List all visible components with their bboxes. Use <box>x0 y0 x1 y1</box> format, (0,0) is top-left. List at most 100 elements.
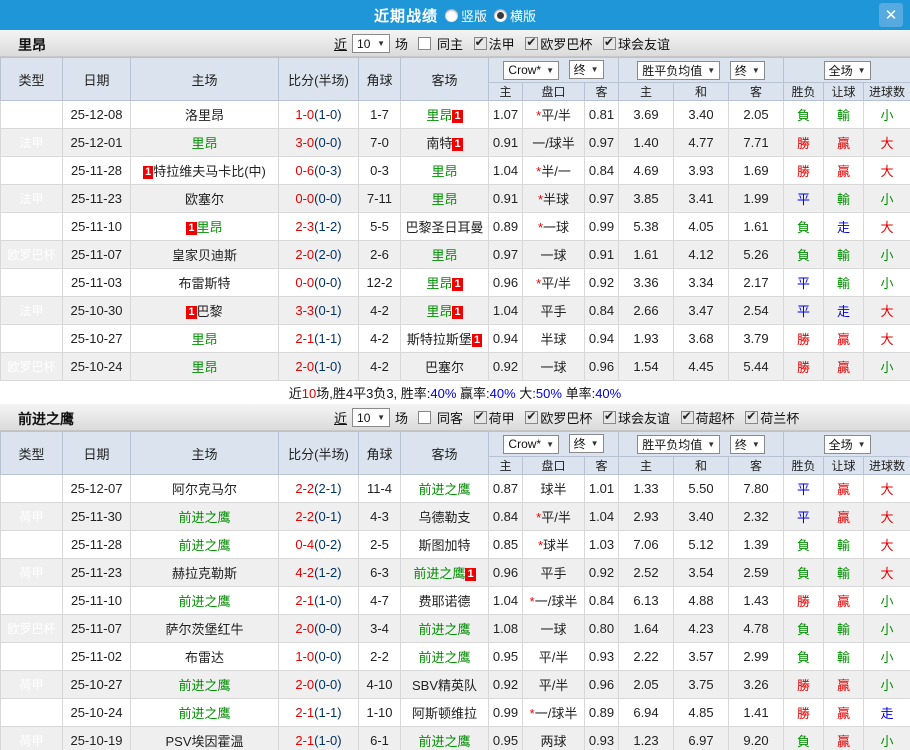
home-team-cell[interactable]: 皇家贝迪斯 <box>130 240 279 269</box>
checkbox-icon[interactable] <box>473 409 487 424</box>
filter-checkbox[interactable]: 荷超杯 <box>674 408 735 427</box>
filter-checkbox[interactable]: 同主 <box>408 34 463 53</box>
away-team-cell[interactable]: 阿斯顿维拉 <box>400 698 489 727</box>
match-count-select[interactable]: 10 ▼ <box>352 408 391 427</box>
match-row[interactable]: 欧罗巴杯 25-10-24 前进之鹰 2-1(1-1) 1-10 阿斯顿维拉 0… <box>0 698 910 727</box>
team-section: 前进之鹰 近 10 ▼ 场 同客 荷甲 欧罗巴杯 球会友谊 荷超杯 荷兰杯 类型 <box>0 404 910 750</box>
checkbox-icon[interactable] <box>525 409 539 424</box>
filter-checkbox[interactable]: 球会友谊 <box>596 34 670 53</box>
odds-stage-select[interactable]: 终 ▼ <box>568 434 604 454</box>
radio-icon[interactable] <box>494 8 507 22</box>
checkbox-icon[interactable] <box>418 37 432 50</box>
home-team-cell[interactable]: 洛里昂 <box>130 100 279 129</box>
match-row[interactable]: 法甲 25-11-10 1 里昂 2-3(1-2) 5-5 巴黎圣日耳曼 0.89… <box>0 212 910 241</box>
home-team-cell[interactable]: 赫拉克勒斯 <box>130 558 279 587</box>
away-team-cell[interactable]: 里昂 <box>400 184 489 213</box>
home-team-cell[interactable]: 阿尔克马尔 <box>130 474 279 503</box>
filter-checkbox[interactable]: 欧罗巴杯 <box>518 408 592 427</box>
checkbox-icon[interactable] <box>418 411 432 424</box>
match-row[interactable]: 法甲 25-12-01 里昂 3-0(0-0) 7-0 南特 1 0.91 一/球… <box>0 128 910 157</box>
bookmaker-select[interactable]: Crow* ▼ <box>503 434 560 454</box>
layout-radio-horizontal[interactable]: 横版 <box>494 6 536 25</box>
home-team-cell[interactable]: 前进之鹰 <box>130 670 279 699</box>
filter-checkbox[interactable]: 球会友谊 <box>596 408 670 427</box>
home-team-cell[interactable]: 布雷斯特 <box>130 268 279 297</box>
match-row[interactable]: 荷甲 25-12-07 阿尔克马尔 2-2(2-1) 11-4 前进之鹰 0.8… <box>0 474 910 503</box>
away-team-cell[interactable]: 前进之鹰 <box>400 474 489 503</box>
filter-checkbox[interactable]: 同客 <box>408 408 463 427</box>
away-team-cell[interactable]: 前进之鹰 <box>400 726 489 750</box>
away-team-cell[interactable]: 乌德勒支 <box>400 502 489 531</box>
near-label[interactable]: 近 <box>334 408 347 427</box>
scope-select[interactable]: 全场 ▼ <box>823 434 871 454</box>
filter-checkbox[interactable]: 荷兰杯 <box>738 408 799 427</box>
match-row[interactable]: 欧罗巴杯 25-11-07 皇家贝迪斯 2-0(2-0) 2-6 里昂 0.97… <box>0 240 910 269</box>
near-label[interactable]: 近 <box>334 34 347 53</box>
filter-checkbox[interactable]: 法甲 <box>467 34 515 53</box>
away-team-cell[interactable]: 里昂 1 <box>400 296 489 325</box>
away-team-cell[interactable]: 里昂 1 <box>400 268 489 297</box>
away-team-cell[interactable]: 南特 1 <box>400 128 489 157</box>
scope-select[interactable]: 全场 ▼ <box>823 60 871 80</box>
away-team-cell[interactable]: SBV精英队 <box>400 670 489 699</box>
avg-type-select[interactable]: 胜平负均值 ▼ <box>637 60 721 80</box>
odds-stage-select[interactable]: 终 ▼ <box>568 60 604 80</box>
close-icon[interactable]: ✕ <box>879 3 903 27</box>
home-team-cell[interactable]: 1 里昂 <box>130 212 279 241</box>
layout-radio-vertical[interactable]: 竖版 <box>444 6 487 25</box>
away-team-cell[interactable]: 里昂 <box>400 240 489 269</box>
home-team-cell[interactable]: 前进之鹰 <box>130 530 279 559</box>
bookmaker-select[interactable]: Crow* ▼ <box>503 60 560 80</box>
match-row[interactable]: 荷甲 25-10-19 PSV埃因霍温 2-1(1-0) 6-1 前进之鹰 0.… <box>0 726 910 750</box>
home-team-cell[interactable]: 里昂 <box>130 324 279 353</box>
away-team-cell[interactable]: 里昂 1 <box>400 100 489 129</box>
away-team-cell[interactable]: 费耶诺德 <box>400 586 489 615</box>
away-team-cell[interactable]: 前进之鹰 <box>400 614 489 643</box>
away-team-cell[interactable]: 巴黎圣日耳曼 <box>400 212 489 241</box>
avg-type-select[interactable]: 胜平负均值 ▼ <box>637 434 721 454</box>
home-team-cell[interactable]: 里昂 <box>130 128 279 157</box>
radio-icon[interactable] <box>444 8 458 22</box>
match-row[interactable]: 法甲 25-11-23 欧塞尔 0-0(0-0) 7-11 里昂 0.91 *半… <box>0 184 910 213</box>
away-team-cell[interactable]: 巴塞尔 <box>400 352 489 381</box>
match-row[interactable]: 荷甲 25-11-02 布雷达 1-0(0-0) 2-2 前进之鹰 0.95 平… <box>0 642 910 671</box>
match-row[interactable]: 法甲 25-10-27 里昂 2-1(1-1) 4-2 斯特拉斯堡 1 0.94 … <box>0 324 910 353</box>
match-row[interactable]: 荷甲 25-11-23 赫拉克勒斯 4-2(1-2) 6-3 前进之鹰 1 0.9… <box>0 558 910 587</box>
home-team-cell[interactable]: 前进之鹰 <box>130 698 279 727</box>
checkbox-icon[interactable] <box>602 409 616 424</box>
match-row[interactable]: 欧罗巴杯 25-10-24 里昂 2-0(1-0) 4-2 巴塞尔 0.92 一… <box>0 352 910 381</box>
home-team-cell[interactable]: PSV埃因霍温 <box>130 726 279 750</box>
match-row[interactable]: 法甲 25-11-03 布雷斯特 0-0(0-0) 12-2 里昂 1 0.96 … <box>0 268 910 297</box>
away-team-cell[interactable]: 里昂 <box>400 156 489 185</box>
avg-stage-select[interactable]: 终 ▼ <box>729 434 765 454</box>
away-team-cell[interactable]: 前进之鹰 1 <box>400 558 489 587</box>
home-team-cell[interactable]: 前进之鹰 <box>130 586 279 615</box>
checkbox-icon[interactable] <box>525 35 539 50</box>
home-team-cell[interactable]: 1 巴黎 <box>130 296 279 325</box>
match-row[interactable]: 荷甲 25-11-30 前进之鹰 2-2(0-1) 4-3 乌德勒支 0.84 … <box>0 502 910 531</box>
match-row[interactable]: 欧罗巴杯 25-11-07 萨尔茨堡红牛 2-0(0-0) 3-4 前进之鹰 1… <box>0 614 910 643</box>
filter-checkbox[interactable]: 荷甲 <box>467 408 515 427</box>
home-team-cell[interactable]: 1 特拉维夫马卡比(中) <box>130 156 279 185</box>
match-row[interactable]: 欧罗巴杯 25-11-28 前进之鹰 0-4(0-2) 2-5 斯图加特 0.8… <box>0 530 910 559</box>
match-row[interactable]: 欧罗巴杯 25-11-28 1 特拉维夫马卡比(中) 0-6(0-3) 0-3 里… <box>0 156 910 185</box>
match-row[interactable]: 法甲 25-10-30 1 巴黎 3-3(0-1) 4-2 里昂 1 1.04 平手… <box>0 296 910 325</box>
match-row[interactable]: 荷甲 25-11-10 前进之鹰 2-1(1-0) 4-7 费耶诺德 1.04 … <box>0 586 910 615</box>
away-team-cell[interactable]: 前进之鹰 <box>400 642 489 671</box>
checkbox-icon[interactable] <box>602 35 616 50</box>
checkbox-icon[interactable] <box>680 409 694 424</box>
match-count-select[interactable]: 10 ▼ <box>352 34 391 53</box>
home-team-cell[interactable]: 里昂 <box>130 352 279 381</box>
home-team-cell[interactable]: 欧塞尔 <box>130 184 279 213</box>
checkbox-icon[interactable] <box>473 35 487 50</box>
filter-checkbox[interactable]: 欧罗巴杯 <box>518 34 592 53</box>
checkbox-icon[interactable] <box>745 409 759 424</box>
home-team-cell[interactable]: 布雷达 <box>130 642 279 671</box>
home-team-cell[interactable]: 前进之鹰 <box>130 502 279 531</box>
away-team-cell[interactable]: 斯图加特 <box>400 530 489 559</box>
away-team-cell[interactable]: 斯特拉斯堡 1 <box>400 324 489 353</box>
match-row[interactable]: 荷甲 25-10-27 前进之鹰 2-0(0-0) 4-10 SBV精英队 0.… <box>0 670 910 699</box>
avg-stage-select[interactable]: 终 ▼ <box>729 60 765 80</box>
home-team-cell[interactable]: 萨尔茨堡红牛 <box>130 614 279 643</box>
match-row[interactable]: 法甲 25-12-08 洛里昂 1-0(1-0) 1-7 里昂 1 1.07 *平… <box>0 100 910 129</box>
